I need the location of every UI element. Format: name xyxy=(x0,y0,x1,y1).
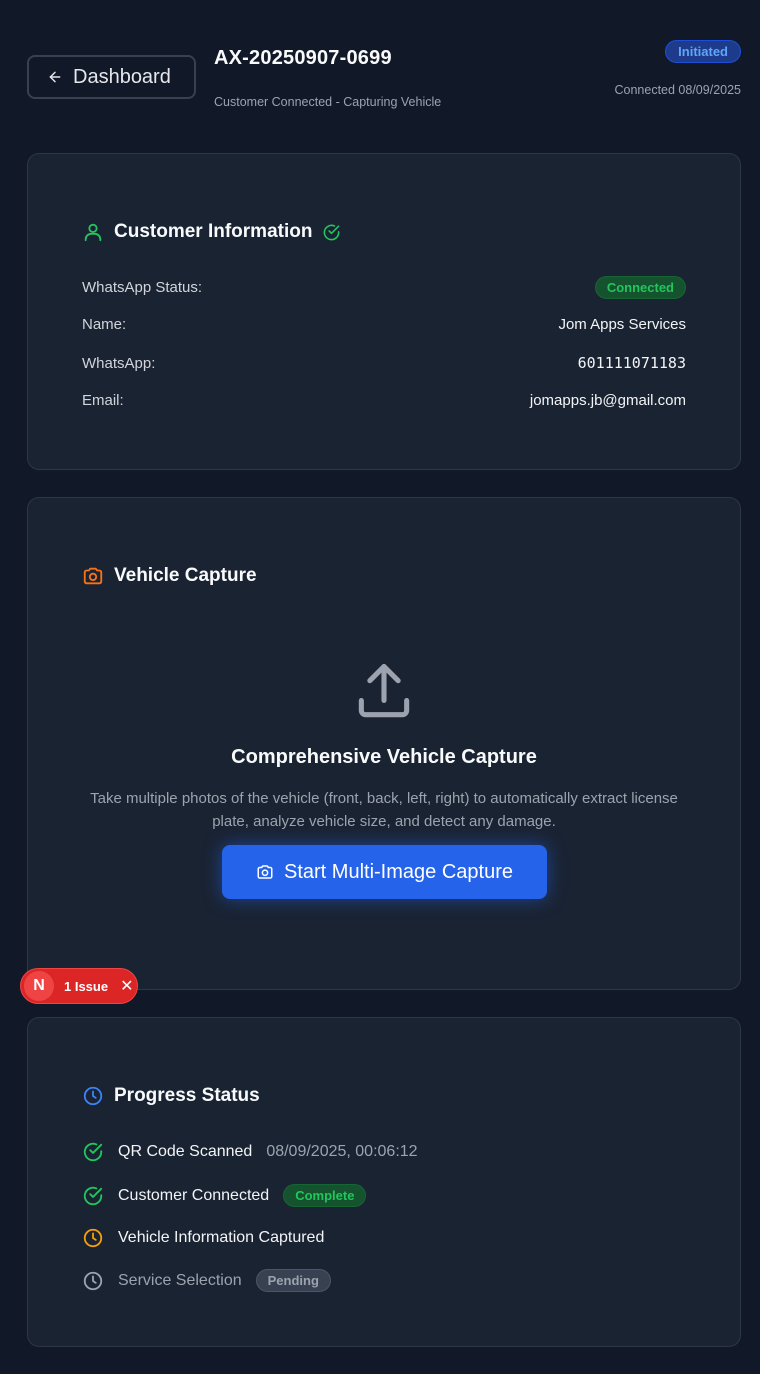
email-label: Email: xyxy=(82,392,124,409)
clock-icon xyxy=(83,1228,103,1248)
check-circle-icon xyxy=(83,1142,103,1162)
back-button-label: Dashboard xyxy=(73,65,171,88)
camera-icon xyxy=(83,567,103,585)
issues-badge[interactable]: N 1 Issue ✕ xyxy=(20,968,138,1004)
step-service-selection: Service Selection Pending xyxy=(82,1269,331,1292)
whatsapp-status-label: WhatsApp Status: xyxy=(82,279,203,296)
step-timestamp: 08/09/2025, 00:06:12 xyxy=(266,1143,418,1160)
start-capture-button[interactable]: Start Multi-Image Capture xyxy=(222,845,547,899)
whatsapp-status-row: WhatsApp Status: Connected xyxy=(82,276,686,299)
vehicle-capture-title: Vehicle Capture xyxy=(114,565,257,586)
name-row: Name: Jom Apps Services xyxy=(82,316,686,333)
whatsapp-row: WhatsApp: 601111071183 xyxy=(82,354,686,372)
whatsapp-label: WhatsApp: xyxy=(82,354,156,372)
camera-icon xyxy=(257,865,273,879)
job-subtitle: Customer Connected - Capturing Vehicle xyxy=(214,95,442,109)
customer-info-title: Customer Information xyxy=(114,221,313,242)
email-value: jomapps.jb@gmail.com xyxy=(529,392,686,409)
user-icon xyxy=(84,223,102,242)
customer-info-card: Customer Information WhatsApp Status: Co… xyxy=(27,153,741,470)
whatsapp-number: 601111071183 xyxy=(577,354,686,372)
upload-icon xyxy=(358,663,410,718)
clock-icon xyxy=(83,1086,103,1106)
issues-count-label: 1 Issue xyxy=(64,978,109,994)
complete-badge: Complete xyxy=(283,1184,367,1207)
name-label: Name: xyxy=(82,316,127,333)
vehicle-capture-heading: Vehicle Capture xyxy=(82,565,257,587)
progress-status-heading: Progress Status xyxy=(82,1085,260,1107)
email-row: Email: jomapps.jb@gmail.com xyxy=(82,392,686,409)
vehicle-capture-card: Vehicle Capture Comprehensive Vehicle Ca… xyxy=(27,497,741,990)
pending-badge: Pending xyxy=(255,1269,331,1292)
check-circle-icon xyxy=(324,224,340,240)
clock-icon xyxy=(83,1271,103,1290)
step-label: Customer Connected xyxy=(118,1186,270,1204)
whatsapp-status-badge: Connected xyxy=(594,276,686,299)
capture-heading: Comprehensive Vehicle Capture xyxy=(231,746,537,768)
step-label: Service Selection xyxy=(118,1271,242,1289)
close-icon[interactable]: ✕ xyxy=(120,976,133,996)
dashboard-back-button[interactable]: Dashboard xyxy=(27,55,196,99)
step-label: Vehicle Information Captured xyxy=(118,1229,325,1246)
step-label: QR Code Scanned xyxy=(118,1143,253,1160)
step-customer-connected: Customer Connected Complete xyxy=(82,1184,367,1207)
status-badge: Initiated xyxy=(665,40,741,63)
arrow-left-icon xyxy=(49,71,61,83)
customer-info-heading: Customer Information xyxy=(82,221,341,243)
check-circle-icon xyxy=(83,1186,103,1205)
name-value: Jom Apps Services xyxy=(558,316,686,333)
progress-status-title: Progress Status xyxy=(114,1085,260,1106)
job-id-title: AX-20250907-0699 xyxy=(214,47,392,69)
start-capture-label: Start Multi-Image Capture xyxy=(284,860,513,883)
step-vehicle-captured: Vehicle Information Captured xyxy=(82,1227,324,1249)
step-qr-scanned: QR Code Scanned 08/09/2025, 00:06:12 xyxy=(82,1141,418,1163)
capture-description: Take multiple photos of the vehicle (fro… xyxy=(90,790,678,830)
nextjs-logo-icon: N xyxy=(24,971,54,1001)
progress-status-card: Progress Status QR Code Scanned 08/09/20… xyxy=(27,1017,741,1347)
connected-date: Connected 08/09/2025 xyxy=(614,83,742,97)
